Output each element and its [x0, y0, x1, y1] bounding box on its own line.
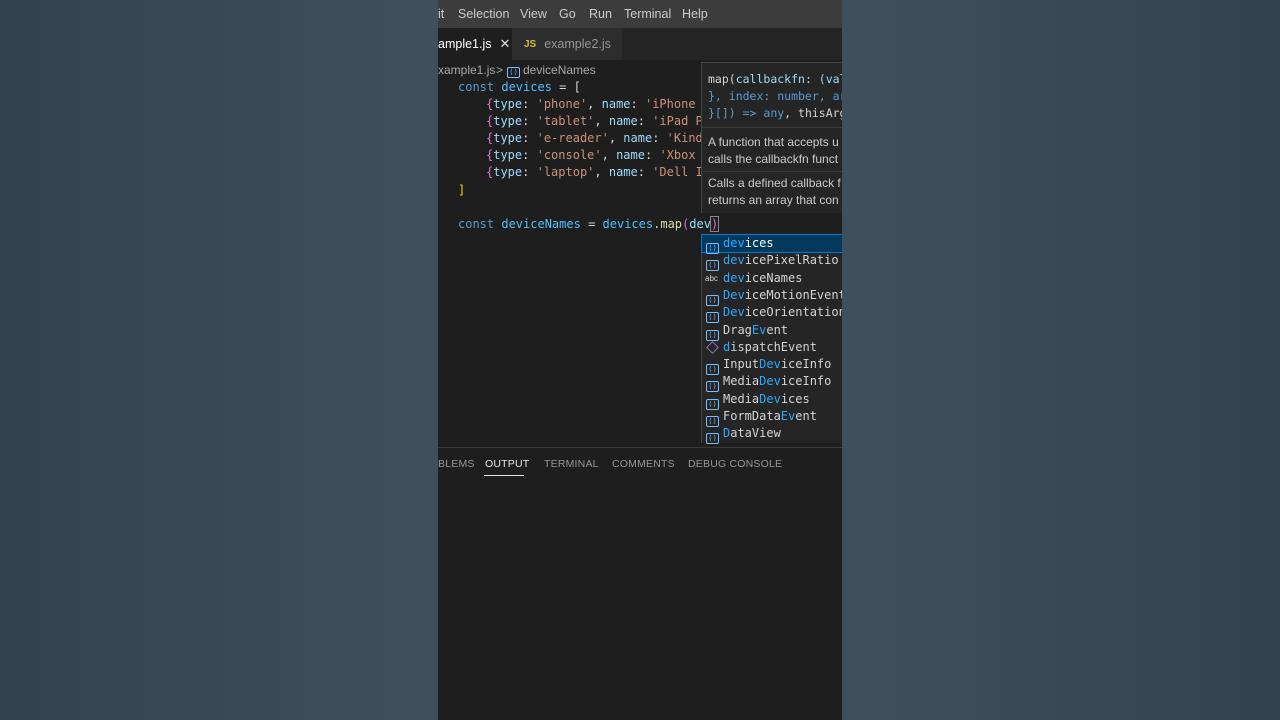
menu-terminal[interactable]: Terminal — [624, 7, 671, 21]
suggestion-label: MediaDeviceInfo — [723, 374, 832, 389]
code-line-4: {type: 'e-reader', name: 'Kindl — [486, 131, 711, 145]
parameter-hint-tooltip: map(callbackfn: (val }, index: number, a… — [701, 62, 842, 213]
suggestion-item[interactable]: ⟨⟩ DragEvent — [702, 322, 842, 341]
suggestion-item[interactable]: ⟨⟩ devices — [701, 234, 842, 254]
tab-example2[interactable]: JS example2.js — [512, 28, 622, 60]
menu-run[interactable]: Run — [589, 7, 612, 21]
suggestion-item[interactable]: ⟨⟩ DeviceOrientation — [702, 304, 842, 324]
suggestion-item[interactable]: ⟨⟩ InputDeviceInfo — [702, 356, 842, 376]
tooltip-divider-2 — [702, 171, 842, 172]
suggestion-item[interactable]: ⟨⟩ DataView — [702, 425, 842, 445]
suggestion-item[interactable]: ⟨⟩ MediaDeviceInfo — [702, 373, 842, 393]
method-icon — [706, 341, 719, 354]
code-line-9: const deviceNames = devices.map(dev) — [458, 216, 720, 232]
suggestion-list: ⟨⟩ devices ⟨⟩ devicePixelRatio abc deviceName… — [701, 233, 842, 445]
tab-comments[interactable]: COMMENTS — [612, 458, 675, 470]
suggestion-item[interactable]: ⟨⟩ FormDataEvent — [702, 408, 842, 427]
suggestion-item[interactable]: ⟨⟩ MediaDevices — [702, 391, 842, 410]
suggestion-label: FormDataEvent — [723, 409, 817, 423]
signature-text: map(callbackfn: (val }, index: number, a… — [708, 72, 842, 120]
suggestion-label: devices — [723, 236, 774, 250]
code-line-3: {type: 'tablet', name: 'iPad Pr — [486, 114, 710, 128]
code-line-6: {type: 'laptop', name: 'Dell In — [486, 165, 710, 179]
menu-go[interactable]: Go — [559, 7, 576, 21]
suggestion-label: DeviceOrientation — [723, 305, 842, 320]
tab-debug-console[interactable]: DEBUG CONSOLE — [688, 458, 782, 470]
bottom-panel: BLEMS OUTPUT TERMINAL COMMENTS DEBUG CON… — [438, 448, 842, 720]
code-line-5: {type: 'console', name: 'Xbox S — [486, 148, 711, 162]
suggestion-label: dispatchEvent — [723, 339, 817, 354]
menu-bar: it Selection View Go Run Terminal Help — [438, 0, 842, 28]
tab-example2-label: example2.js — [544, 37, 611, 51]
tab-bar: ample1.js ✕ JS example2.js — [438, 28, 842, 60]
tab-problems[interactable]: BLEMS — [438, 458, 475, 470]
suggestion-label: devicePixelRatio — [723, 253, 839, 268]
tooltip-divider — [702, 127, 842, 128]
menu-view[interactable]: View — [520, 7, 547, 21]
suggestion-item[interactable]: ⟨⟩ DeviceMotionEvent — [702, 287, 842, 306]
menu-help[interactable]: Help — [682, 7, 708, 21]
suggestion-label: deviceNames — [723, 270, 803, 285]
active-tab-underline — [484, 475, 524, 476]
code-line-7: ] — [458, 183, 466, 197]
suggestion-label: InputDeviceInfo — [723, 357, 832, 372]
suggestion-item[interactable]: dispatchEvent — [702, 339, 842, 356]
suggestion-label: DragEvent — [723, 322, 789, 337]
suggestion-label: DataView — [723, 426, 781, 441]
code-line-2: {type: 'phone', name: 'iPhone 1 — [486, 97, 711, 111]
variable-icon: ⟨⟩ — [706, 428, 719, 445]
background-left — [0, 0, 438, 720]
suggestion-label: DeviceMotionEvent — [723, 287, 842, 302]
tooltip-description-2: Calls a defined callback f returns an ar… — [708, 176, 841, 207]
code-line-1: const devices = [ — [458, 80, 581, 94]
text-icon: abc — [705, 273, 718, 283]
suggestion-item[interactable]: ⟨⟩ devicePixelRatio — [702, 252, 842, 272]
suggestion-label: MediaDevices — [723, 391, 810, 406]
tab-example1[interactable]: ample1.js ✕ — [438, 28, 512, 60]
suggestion-item[interactable]: abc deviceNames — [702, 270, 842, 287]
tooltip-description-1: A function that accepts u calls the call… — [708, 135, 839, 166]
menu-edit[interactable]: it — [438, 7, 444, 21]
tab-output[interactable]: OUTPUT — [485, 458, 529, 470]
close-icon[interactable]: ✕ — [500, 36, 511, 52]
tab-terminal[interactable]: TERMINAL — [544, 458, 599, 470]
tab-example1-label: ample1.js — [438, 37, 492, 51]
menu-selection[interactable]: Selection — [458, 7, 509, 21]
javascript-file-icon: JS — [524, 38, 537, 50]
breadcrumb-symbol[interactable]: deviceNames — [523, 63, 596, 77]
breadcrumb-separator: > — [496, 63, 504, 77]
background-right — [842, 0, 1280, 720]
vscode-window: it Selection View Go Run Terminal Help a… — [438, 0, 842, 720]
breadcrumb-file[interactable]: xample1.js — [438, 63, 495, 77]
